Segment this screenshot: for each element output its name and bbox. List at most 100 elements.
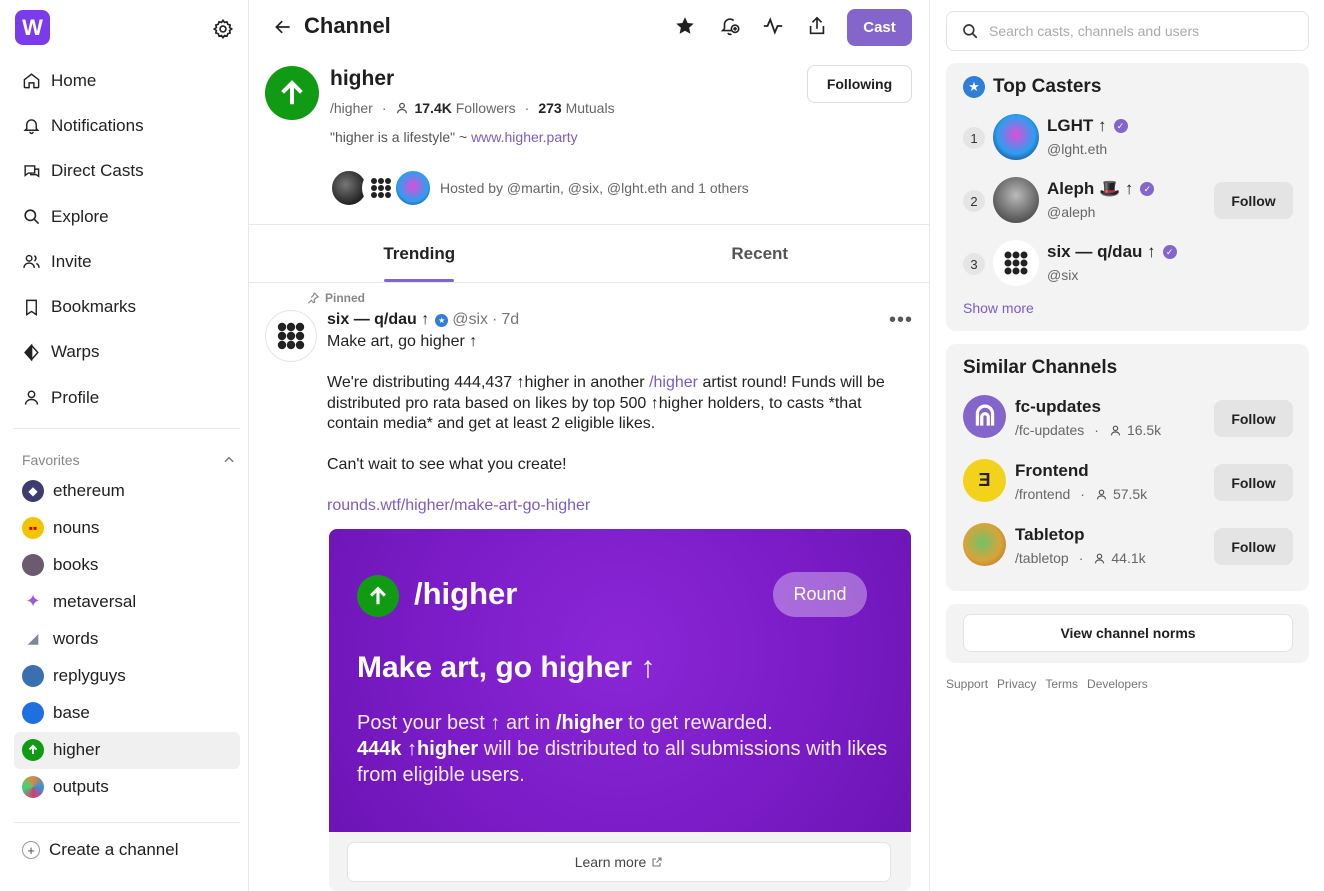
- mutuals-stat[interactable]: 273 Mutuals: [538, 100, 614, 116]
- arch-icon: [975, 404, 994, 426]
- favorite-outputs[interactable]: outputs: [14, 769, 240, 806]
- view-channel-norms-button[interactable]: View channel norms: [963, 614, 1293, 652]
- post-author-handle[interactable]: @six: [452, 311, 488, 329]
- caster-name[interactable]: six — q/dau ↑ ✓: [1047, 242, 1177, 262]
- favorite-replyguys[interactable]: replyguys: [14, 657, 240, 694]
- nav-home[interactable]: Home: [14, 58, 240, 103]
- caster-avatar[interactable]: [993, 240, 1039, 286]
- share-icon[interactable]: [806, 15, 828, 37]
- channel-mention-link[interactable]: /higher: [649, 374, 698, 391]
- bell-icon: [23, 119, 40, 135]
- caster-name-text: six — q/dau ↑: [1047, 242, 1156, 261]
- nav-direct-casts[interactable]: Direct Casts: [14, 149, 240, 194]
- nav-notifications[interactable]: Notifications: [14, 103, 240, 148]
- favorite-metaversal[interactable]: ✦ metaversal: [14, 583, 240, 620]
- post-body: Make art, go higher ↑ We're distributing…: [327, 332, 917, 537]
- create-channel-label: Create a channel: [49, 840, 179, 859]
- app-logo[interactable]: W: [15, 10, 50, 45]
- frontend-logo-icon: Ǝ: [978, 470, 991, 490]
- embed-channel-name: /higher: [414, 576, 518, 611]
- favorite-label: base: [53, 703, 90, 723]
- tab-trending[interactable]: Trending: [249, 225, 590, 282]
- cast-button[interactable]: Cast: [847, 9, 912, 46]
- followers-count: 17.4K: [414, 100, 452, 116]
- separator: ·: [524, 100, 530, 116]
- favorite-nouns[interactable]: ▪▪ nouns: [14, 509, 240, 546]
- post-age: 7d: [501, 311, 520, 328]
- star-icon[interactable]: [674, 15, 696, 37]
- verified-badge-icon: ✓: [1113, 119, 1128, 133]
- follow-button[interactable]: Follow: [1214, 400, 1293, 437]
- channel-slug: /higher: [330, 100, 373, 116]
- follow-button[interactable]: Follow: [1214, 182, 1293, 219]
- pinned-label: Pinned: [325, 291, 366, 305]
- favorite-words[interactable]: ◢ words: [14, 620, 240, 657]
- chevron-up-icon[interactable]: [222, 453, 236, 467]
- nav-profile[interactable]: Profile: [14, 375, 240, 420]
- sidebar-divider: [14, 428, 240, 429]
- similar-channel-name[interactable]: Tabletop: [1015, 525, 1085, 545]
- search-bar[interactable]: [946, 11, 1309, 51]
- separator: ·: [1094, 422, 1099, 438]
- nav-explore[interactable]: Explore: [14, 194, 240, 239]
- footer-terms-link[interactable]: Terms: [1045, 677, 1078, 691]
- favorite-label: words: [53, 628, 99, 648]
- similar-channel-name[interactable]: fc-updates: [1015, 397, 1101, 417]
- channel-link[interactable]: www.higher.party: [471, 129, 578, 145]
- search-input[interactable]: [989, 23, 1289, 39]
- caster-handle: @lght.eth: [1047, 141, 1108, 157]
- nav-home-label: Home: [51, 70, 97, 90]
- follow-button[interactable]: Follow: [1214, 464, 1293, 501]
- post-text: We're distributing 444,437 ↑higher in an…: [327, 374, 650, 391]
- favorite-higher[interactable]: higher: [14, 731, 240, 769]
- nav-bookmarks-label: Bookmarks: [51, 297, 137, 317]
- caster-rank: 3: [963, 253, 985, 275]
- back-arrow-icon[interactable]: [273, 17, 293, 37]
- footer-privacy-link[interactable]: Privacy: [997, 677, 1036, 691]
- feed-tabs: Trending Recent: [249, 224, 930, 283]
- tabletop-avatar[interactable]: [963, 523, 1006, 566]
- link-embed-card[interactable]: /higher Round Make art, go higher ↑ Post…: [329, 529, 911, 891]
- favorite-ethereum[interactable]: ◆ ethereum: [14, 472, 240, 509]
- bell-plus-icon[interactable]: [719, 15, 741, 37]
- create-channel-button[interactable]: + Create a channel: [22, 840, 178, 860]
- caster-name[interactable]: Aleph 🎩 ↑ ✓: [1047, 179, 1155, 199]
- learn-more-button[interactable]: Learn more: [347, 842, 891, 882]
- following-button[interactable]: Following: [807, 65, 912, 103]
- follow-button[interactable]: Follow: [1214, 528, 1293, 565]
- caster-avatar[interactable]: [993, 177, 1039, 223]
- higher-icon: [22, 739, 44, 762]
- host-avatar[interactable]: [394, 169, 432, 207]
- footer-developers-link[interactable]: Developers: [1087, 677, 1148, 691]
- favorites-header[interactable]: Favorites: [22, 452, 236, 468]
- fc-updates-avatar[interactable]: [963, 395, 1006, 438]
- post-url-link[interactable]: rounds.wtf/higher/make-art-go-higher: [327, 497, 590, 514]
- replyguys-icon: [22, 665, 44, 688]
- main-nav: Home Notifications Direct Casts Explore …: [14, 58, 240, 420]
- embed-image[interactable]: /higher Round Make art, go higher ↑ Post…: [329, 529, 911, 832]
- users-icon: [23, 255, 40, 269]
- caster-name[interactable]: LGHT ↑ ✓: [1047, 116, 1128, 136]
- tab-recent[interactable]: Recent: [590, 225, 930, 282]
- more-options-icon[interactable]: •••: [889, 309, 913, 332]
- nav-warps[interactable]: Warps: [14, 330, 240, 375]
- post-author-avatar[interactable]: [265, 310, 317, 362]
- activity-icon[interactable]: [762, 15, 784, 37]
- caster-avatar[interactable]: [993, 114, 1039, 160]
- frontend-avatar[interactable]: Ǝ: [963, 459, 1006, 502]
- show-more-link[interactable]: Show more: [963, 300, 1034, 316]
- gear-icon[interactable]: [212, 18, 234, 40]
- metaversal-icon: ✦: [25, 591, 41, 612]
- mutuals-count: 273: [538, 100, 562, 116]
- similar-channel-name[interactable]: Frontend: [1015, 461, 1089, 481]
- nav-invite[interactable]: Invite: [14, 239, 240, 284]
- separator: ·: [1080, 486, 1085, 502]
- post-author-name[interactable]: six — q/dau ↑: [327, 311, 429, 329]
- top-casters-header: ★ Top Casters: [963, 76, 1101, 98]
- nav-bookmarks[interactable]: Bookmarks: [14, 284, 240, 329]
- followers-stat[interactable]: 17.4K Followers: [414, 100, 515, 116]
- footer-support-link[interactable]: Support: [946, 677, 988, 691]
- search-icon: [963, 24, 978, 39]
- favorite-books[interactable]: books: [14, 546, 240, 583]
- favorite-base[interactable]: base: [14, 695, 240, 732]
